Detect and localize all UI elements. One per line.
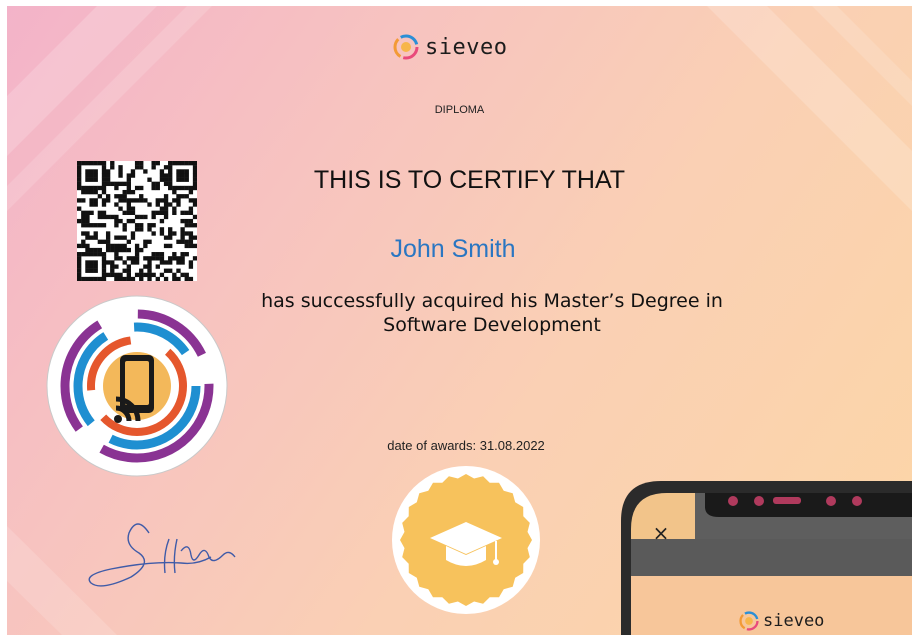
graduation-seal (392, 466, 540, 614)
brand-name: sieveo (425, 34, 508, 60)
recipient-name: John Smith (390, 235, 516, 263)
phone-overlay: × sieveo (621, 481, 912, 635)
description-line-2: Software Development (383, 314, 601, 336)
achievement-description: has successfully acquired his Master’s D… (192, 289, 792, 337)
close-icon[interactable]: × (641, 515, 681, 551)
phone-brand-logo: sieveo (739, 611, 824, 631)
sieveo-logo-icon (393, 34, 419, 60)
award-date: date of awards: 31.08.2022 (387, 438, 545, 453)
sieveo-logo-icon (739, 611, 759, 631)
brand-logo: sieveo (393, 34, 507, 60)
signature (88, 523, 236, 587)
diploma-heading: DIPLOMA (434, 104, 485, 116)
phone-brand-name: sieveo (763, 611, 825, 631)
description-line-1: has successfully acquired his Master’s D… (261, 290, 723, 312)
certify-text: THIS IS TO CERTIFY THAT (313, 166, 626, 194)
certificate: sieveo DIPLOMA THIS IS TO CERTIFY THAT J… (7, 6, 912, 635)
